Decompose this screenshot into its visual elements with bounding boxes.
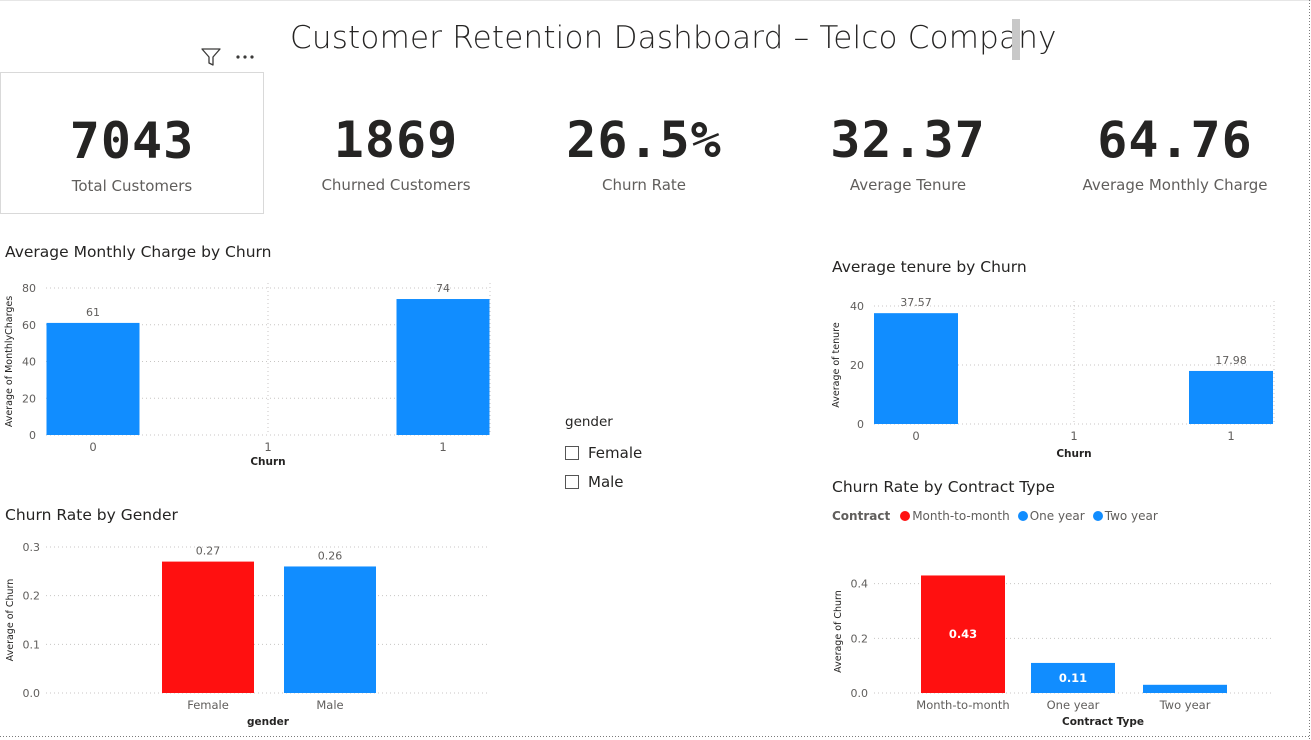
data-label: 17.98: [1215, 354, 1247, 367]
contract-legend: Contract Month-to-month One year Two yea…: [832, 509, 1162, 523]
data-label: 74: [436, 282, 450, 295]
x-tick-label: 0: [89, 440, 96, 454]
x-axis-title: Churn: [250, 456, 285, 468]
kpi-label: Average Monthly Charge: [1082, 176, 1268, 194]
checkbox[interactable]: [565, 445, 579, 460]
x-tick-label: Month-to-month: [916, 698, 1009, 712]
y-tick-label: 0.2: [851, 632, 869, 645]
slicer-option-label: Female: [588, 443, 643, 462]
x-tick-label: Male: [316, 698, 343, 712]
y-axis-title: Average of Churn: [833, 590, 844, 673]
y-tick-label: 0.3: [23, 541, 41, 554]
kpi-value: 32.37: [830, 111, 986, 169]
bar: [284, 566, 376, 693]
y-axis-title: Average of tenure: [831, 322, 842, 408]
data-label: 0.26: [318, 549, 343, 562]
bar: [396, 299, 490, 435]
legend-dot: [900, 511, 911, 521]
legend-dot: [1017, 511, 1028, 521]
kpi-value: 26.5%: [566, 111, 722, 169]
x-axis-title: gender: [247, 716, 290, 728]
chart-tenure-by-churn[interactable]: 0 20 40 37.57 0 1 17.98 1 Churn Average of tenure: [826, 285, 1286, 465]
filter-icon[interactable]: [200, 46, 222, 72]
x-tick-label: Two year: [1159, 698, 1211, 712]
y-tick-label: 0.4: [851, 578, 869, 591]
kpi-label: Total Customers: [71, 177, 193, 195]
canvas-top-border: [0, 0, 1311, 1]
y-tick-label: 0.2: [23, 590, 41, 603]
x-tick-label: 1: [439, 440, 446, 454]
legend-item[interactable]: Month-to-month: [900, 509, 1010, 523]
canvas-bottom-border: [0, 736, 1311, 737]
bar: [162, 561, 254, 693]
slicer-option-male[interactable]: Male: [565, 467, 642, 496]
x-tick-label: 0: [912, 429, 919, 443]
bar: [874, 313, 958, 424]
kpi-label: Average Tenure: [849, 176, 967, 194]
bar: [1189, 370, 1273, 424]
y-tick-label: 20: [22, 392, 36, 405]
visual-header: [200, 46, 256, 72]
x-axis-title: Churn: [1056, 448, 1091, 460]
x-tick-label: 1: [264, 440, 271, 454]
chart-churn-by-gender[interactable]: 0.0 0.1 0.2 0.3 0.27 Female 0.26 Male gender Aver…: [0, 530, 500, 735]
more-options-icon[interactable]: [234, 46, 256, 72]
kpi-label: Churn Rate: [601, 176, 687, 194]
y-axis-title: Average of Churn: [5, 579, 16, 662]
y-tick-label: 0.0: [23, 687, 41, 700]
y-tick-label: 20: [850, 359, 864, 372]
y-tick-label: 60: [22, 319, 36, 332]
slicer-option-label: Male: [588, 472, 624, 491]
chart-title-tenure: Average tenure by Churn: [832, 258, 1027, 276]
kpi-value: 64.76: [1097, 111, 1253, 169]
bar: [46, 322, 140, 435]
y-tick-label: 40: [850, 300, 864, 313]
legend-label: One year: [1029, 509, 1085, 523]
kpi-value: 7043: [69, 112, 195, 170]
kpi-label: Churned Customers: [321, 176, 471, 194]
chart-title-monthly-charge: Average Monthly Charge by Churn: [5, 243, 272, 261]
chart-title-contract: Churn Rate by Contract Type: [832, 478, 1055, 496]
y-tick-label: 40: [22, 356, 36, 369]
x-tick-label: 1: [1227, 429, 1234, 443]
x-tick-label: Female: [187, 698, 229, 712]
data-label: 0.11: [1059, 671, 1087, 685]
kpi-card-average-tenure[interactable]: 32.37 Average Tenure: [792, 72, 1024, 214]
y-axis-title: Average of MonthlyCharges: [4, 296, 15, 427]
data-label: 0.43: [949, 627, 977, 641]
data-label: 61: [86, 306, 100, 319]
legend-label: Two year: [1104, 509, 1158, 523]
chart-title-gender: Churn Rate by Gender: [5, 506, 178, 524]
chart-churn-by-contract[interactable]: 0.0 0.2 0.4 0.43 Month-to-month 0.11 One year T…: [826, 545, 1286, 735]
legend-dot: [1092, 511, 1103, 521]
bar: [1143, 684, 1227, 693]
x-axis-title: Contract Type: [1062, 716, 1144, 728]
data-label: 0.27: [196, 545, 221, 558]
y-tick-label: 0.1: [23, 638, 41, 651]
x-tick-label: One year: [1047, 698, 1100, 712]
kpi-value: 1869: [333, 111, 459, 169]
legend-label: Month-to-month: [912, 509, 1010, 523]
chart-monthly-charge-by-churn[interactable]: 0 20 40 60 80 61 0 1 74 1 Churn Average of MonthlyC…: [0, 270, 500, 475]
y-tick-label: 0: [857, 418, 864, 431]
legend-title: Contract: [832, 509, 891, 523]
kpi-card-churn-rate[interactable]: 26.5% Churn Rate: [528, 72, 760, 214]
y-tick-label: 80: [22, 282, 36, 295]
y-tick-label: 0.0: [851, 687, 869, 700]
data-label: 37.57: [900, 296, 932, 309]
legend-item[interactable]: One year: [1017, 509, 1085, 523]
canvas-right-border: [1309, 0, 1310, 740]
y-tick-label: 0: [29, 429, 36, 442]
x-tick-label: 1: [1070, 429, 1077, 443]
kpi-card-average-monthly-charge[interactable]: 64.76 Average Monthly Charge: [1070, 72, 1280, 214]
kpi-card-churned-customers[interactable]: 1869 Churned Customers: [264, 72, 528, 214]
legend-item[interactable]: Two year: [1092, 509, 1158, 523]
checkbox[interactable]: [565, 474, 579, 489]
gender-slicer: gender Female Male: [565, 414, 642, 496]
slicer-title: gender: [565, 414, 613, 430]
title-accent-bar: [1012, 19, 1020, 60]
slicer-option-female[interactable]: Female: [565, 438, 642, 467]
page-title: Customer Retention Dashboard – Telco Com…: [290, 20, 1057, 56]
kpi-card-total-customers[interactable]: 7043 Total Customers: [0, 72, 264, 214]
